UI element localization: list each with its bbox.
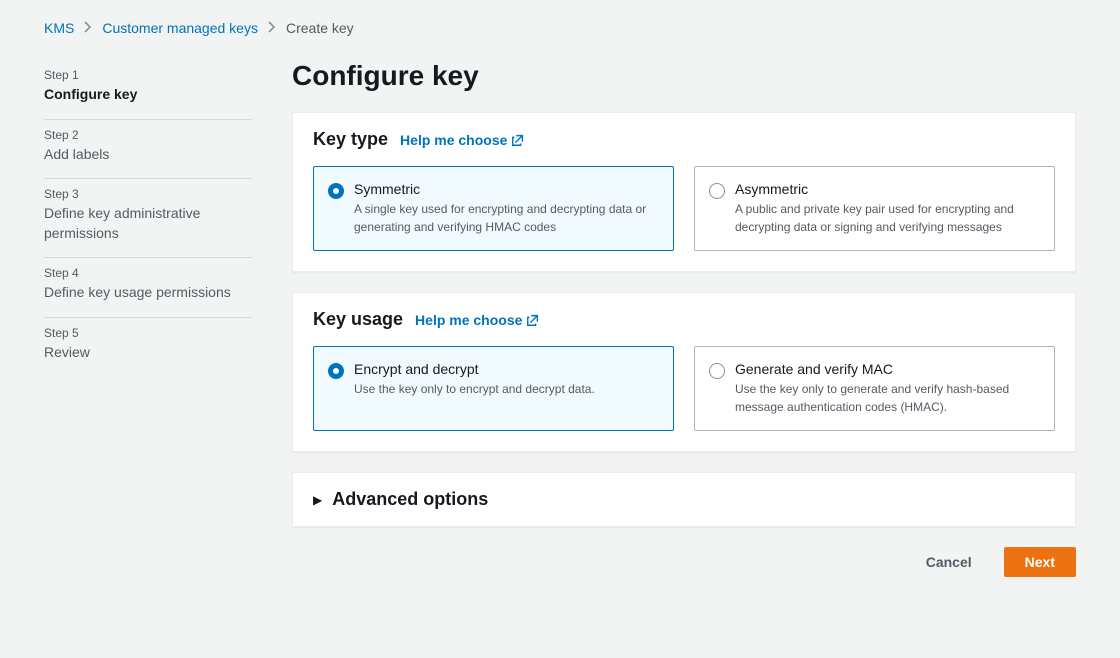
step-number: Step 4 [44, 266, 252, 280]
key-type-option-symmetric[interactable]: Symmetric A single key used for encrypti… [313, 166, 674, 251]
step-1-configure-key[interactable]: Step 1 Configure key [44, 60, 252, 120]
step-number: Step 2 [44, 128, 252, 142]
step-number: Step 3 [44, 187, 252, 201]
option-description: Use the key only to encrypt and decrypt … [354, 380, 659, 398]
wizard-steps-sidebar: Step 1 Configure key Step 2 Add labels S… [44, 60, 252, 577]
step-number: Step 1 [44, 68, 252, 82]
option-description: A public and private key pair used for e… [735, 200, 1040, 236]
breadcrumb: KMS Customer managed keys Create key [44, 20, 1076, 36]
breadcrumb-link-kms[interactable]: KMS [44, 20, 74, 36]
key-type-panel: Key type Help me choose Symmetric [292, 112, 1076, 272]
option-description: A single key used for encrypting and dec… [354, 200, 659, 236]
cancel-button[interactable]: Cancel [906, 548, 992, 576]
option-title: Generate and verify MAC [735, 361, 1040, 377]
chevron-right-icon [84, 20, 92, 36]
page-title: Configure key [292, 60, 1076, 92]
step-2-add-labels[interactable]: Step 2 Add labels [44, 120, 252, 180]
radio-icon [709, 183, 725, 199]
step-3-admin-permissions[interactable]: Step 3 Define key administrative permiss… [44, 179, 252, 258]
breadcrumb-current: Create key [286, 20, 354, 36]
step-title: Review [44, 343, 252, 363]
step-number: Step 5 [44, 326, 252, 340]
caret-right-icon: ▶ [313, 493, 322, 507]
step-5-review[interactable]: Step 5 Review [44, 318, 252, 377]
radio-icon [328, 363, 344, 379]
help-me-choose-key-usage-link[interactable]: Help me choose [415, 312, 540, 328]
step-4-usage-permissions[interactable]: Step 4 Define key usage permissions [44, 258, 252, 318]
wizard-footer: Cancel Next [292, 547, 1076, 577]
option-description: Use the key only to generate and verify … [735, 380, 1040, 416]
main-content: Configure key Key type Help me choose [292, 60, 1076, 577]
key-usage-panel: Key usage Help me choose Encrypt and [292, 292, 1076, 452]
breadcrumb-link-customer-managed-keys[interactable]: Customer managed keys [102, 20, 258, 36]
external-link-icon [511, 133, 525, 147]
advanced-options-heading: Advanced options [332, 489, 488, 510]
step-title: Define key usage permissions [44, 283, 252, 303]
external-link-icon [526, 313, 540, 327]
option-title: Asymmetric [735, 181, 1040, 197]
key-usage-heading: Key usage [313, 309, 403, 330]
radio-icon [709, 363, 725, 379]
advanced-options-toggle[interactable]: ▶ Advanced options [292, 472, 1076, 527]
option-title: Symmetric [354, 181, 659, 197]
radio-icon [328, 183, 344, 199]
step-title: Define key administrative permissions [44, 204, 252, 243]
step-title: Configure key [44, 85, 252, 105]
key-type-heading: Key type [313, 129, 388, 150]
next-button[interactable]: Next [1004, 547, 1076, 577]
key-usage-option-encrypt-decrypt[interactable]: Encrypt and decrypt Use the key only to … [313, 346, 674, 431]
option-title: Encrypt and decrypt [354, 361, 659, 377]
chevron-right-icon [268, 20, 276, 36]
step-title: Add labels [44, 145, 252, 165]
key-type-option-asymmetric[interactable]: Asymmetric A public and private key pair… [694, 166, 1055, 251]
help-me-choose-key-type-link[interactable]: Help me choose [400, 132, 525, 148]
key-usage-option-generate-verify-mac[interactable]: Generate and verify MAC Use the key only… [694, 346, 1055, 431]
